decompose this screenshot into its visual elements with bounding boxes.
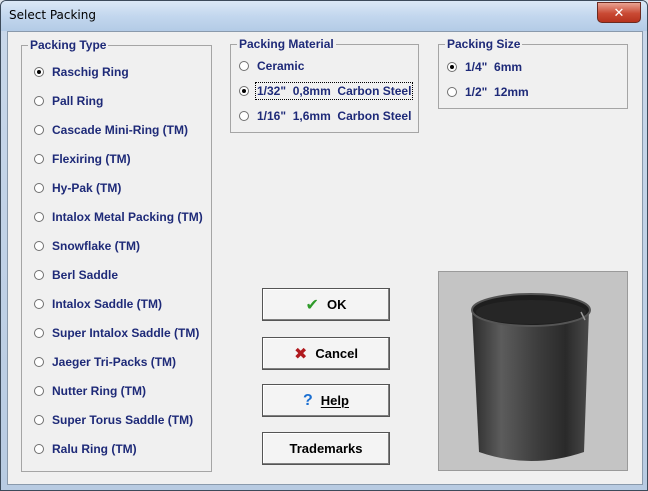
cancel-button[interactable]: ✖ Cancel: [262, 337, 390, 370]
radio-button-icon[interactable]: [34, 183, 44, 193]
packing-material-option-label: 1/16" 1,6mm Carbon Steel: [257, 109, 412, 123]
packing-type-option[interactable]: Super Torus Saddle (TM): [34, 413, 193, 427]
trademarks-label: Trademarks: [289, 441, 363, 456]
ok-button[interactable]: ✔ OK: [262, 288, 390, 321]
close-button[interactable]: ✕: [597, 2, 641, 23]
radio-button-icon[interactable]: [34, 386, 44, 396]
packing-size-option[interactable]: 1/2" 12mm: [447, 85, 529, 99]
radio-button-icon[interactable]: [239, 111, 249, 121]
packing-type-option-label: Super Torus Saddle (TM): [52, 413, 194, 427]
packing-type-option-label: Raschig Ring: [52, 65, 129, 79]
radio-button-icon[interactable]: [34, 96, 44, 106]
radio-button-icon[interactable]: [34, 212, 44, 222]
packing-material-title: Packing Material: [237, 37, 336, 51]
packing-material-option[interactable]: 1/32" 0,8mm Carbon Steel: [239, 82, 414, 100]
radio-button-icon[interactable]: [34, 154, 44, 164]
select-packing-window: Select Packing ✕ Packing Type Raschig Ri…: [0, 0, 648, 491]
packing-type-option[interactable]: Intalox Metal Packing (TM): [34, 210, 203, 224]
packing-type-option[interactable]: Pall Ring: [34, 94, 103, 108]
packing-preview-image: [438, 271, 628, 471]
packing-type-option[interactable]: Nutter Ring (TM): [34, 384, 146, 398]
radio-button-icon[interactable]: [34, 67, 44, 77]
help-label: Help: [320, 393, 349, 408]
radio-button-icon[interactable]: [34, 444, 44, 454]
packing-material-group: Packing Material Ceramic 1/32" 0,8mm Carb…: [230, 37, 419, 133]
packing-material-option-label: Ceramic: [257, 59, 305, 73]
radio-button-icon[interactable]: [34, 357, 44, 367]
question-icon: ?: [303, 391, 313, 409]
packing-type-option-label: Cascade Mini-Ring (TM): [52, 123, 189, 137]
packing-type-option-label: Berl Saddle: [52, 268, 119, 282]
packing-type-option[interactable]: Berl Saddle: [34, 268, 118, 282]
radio-button-icon[interactable]: [34, 270, 44, 280]
packing-material-option-label: 1/32" 0,8mm Carbon Steel: [254, 82, 414, 100]
packing-size-option-label: 1/4" 6mm: [465, 60, 523, 74]
packing-type-option[interactable]: Snowflake (TM): [34, 239, 140, 253]
packing-type-option[interactable]: Raschig Ring: [34, 65, 129, 79]
help-button[interactable]: ? Help: [262, 384, 390, 417]
packing-size-option-label: 1/2" 12mm: [465, 85, 529, 99]
packing-type-option-label: Jaeger Tri-Packs (TM): [52, 355, 177, 369]
radio-button-icon[interactable]: [447, 62, 457, 72]
radio-selected-dot: [450, 65, 454, 69]
radio-button-icon[interactable]: [34, 241, 44, 251]
packing-size-option[interactable]: 1/4" 6mm: [447, 60, 522, 74]
packing-type-option[interactable]: Hy-Pak (TM): [34, 181, 121, 195]
packing-size-title: Packing Size: [445, 37, 523, 51]
packing-type-option-label: Flexiring (TM): [52, 152, 131, 166]
packing-type-title: Packing Type: [28, 38, 109, 52]
dialog-client-area: Packing Type Raschig Ring Pall Ring Cascad…: [7, 31, 643, 485]
trademarks-button[interactable]: Trademarks: [262, 432, 390, 465]
close-icon: ✕: [613, 4, 625, 20]
ok-label: OK: [326, 297, 347, 312]
packing-type-option[interactable]: Jaeger Tri-Packs (TM): [34, 355, 176, 369]
packing-type-option[interactable]: Ralu Ring (TM): [34, 442, 137, 456]
check-icon: ✔: [305, 296, 319, 314]
radio-selected-dot: [242, 89, 246, 93]
packing-type-option-label: Pall Ring: [52, 94, 104, 108]
packing-type-option-label: Super Intalox Saddle (TM): [52, 326, 200, 340]
radio-button-icon[interactable]: [34, 415, 44, 425]
packing-size-group: Packing Size 1/4" 6mm 1/2" 12mm: [438, 37, 628, 109]
packing-type-option[interactable]: Cascade Mini-Ring (TM): [34, 123, 188, 137]
packing-type-option[interactable]: Flexiring (TM): [34, 152, 131, 166]
packing-type-option-label: Ralu Ring (TM): [52, 442, 137, 456]
raschig-ring-illustration: [471, 293, 591, 461]
packing-type-option-label: Intalox Metal Packing (TM): [52, 210, 203, 224]
title-bar[interactable]: Select Packing ✕: [1, 1, 647, 31]
packing-type-option[interactable]: Super Intalox Saddle (TM): [34, 326, 199, 340]
radio-button-icon[interactable]: [239, 61, 249, 71]
packing-type-option-label: Snowflake (TM): [52, 239, 141, 253]
radio-selected-dot: [37, 70, 41, 74]
packing-type-option-label: Nutter Ring (TM): [52, 384, 146, 398]
cancel-label: Cancel: [315, 346, 359, 361]
packing-type-option[interactable]: Intalox Saddle (TM): [34, 297, 162, 311]
window-title: Select Packing: [9, 8, 96, 22]
radio-button-icon[interactable]: [447, 87, 457, 97]
packing-type-group: Packing Type Raschig Ring Pall Ring Cascad…: [21, 38, 212, 472]
x-icon: ✖: [293, 345, 308, 363]
radio-button-icon[interactable]: [239, 86, 249, 96]
packing-material-option[interactable]: 1/16" 1,6mm Carbon Steel: [239, 109, 411, 123]
radio-button-icon[interactable]: [34, 299, 44, 309]
radio-button-icon[interactable]: [34, 125, 44, 135]
packing-type-option-label: Intalox Saddle (TM): [52, 297, 163, 311]
packing-material-option[interactable]: Ceramic: [239, 59, 304, 73]
radio-button-icon[interactable]: [34, 328, 44, 338]
packing-type-option-label: Hy-Pak (TM): [52, 181, 122, 195]
